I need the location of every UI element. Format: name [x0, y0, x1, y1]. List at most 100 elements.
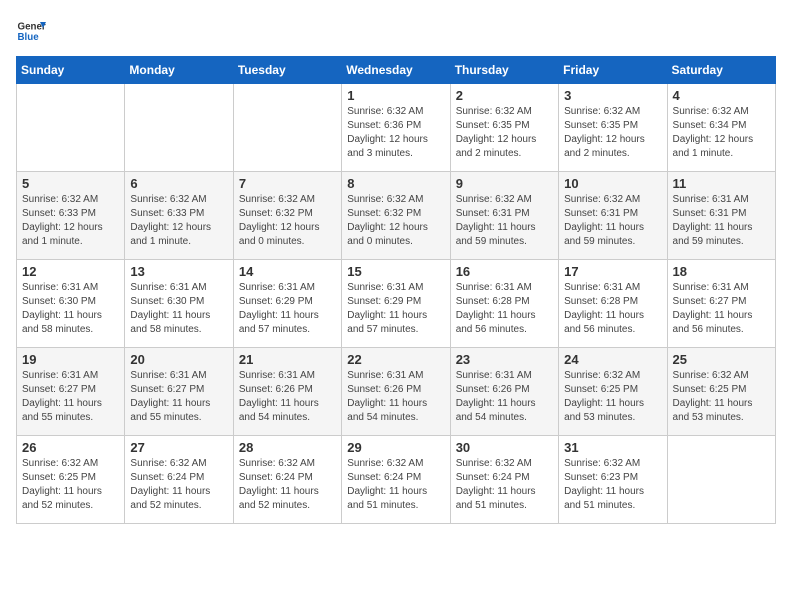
- day-number: 17: [564, 264, 661, 279]
- day-number: 13: [130, 264, 227, 279]
- calendar-week-row: 19 Sunrise: 6:31 AM Sunset: 6:27 PM Dayli…: [17, 348, 776, 436]
- day-number: 14: [239, 264, 336, 279]
- calendar-cell: 29 Sunrise: 6:32 AM Sunset: 6:24 PM Dayli…: [342, 436, 450, 524]
- calendar-cell: 22 Sunrise: 6:31 AM Sunset: 6:26 PM Dayli…: [342, 348, 450, 436]
- calendar-cell: 21 Sunrise: 6:31 AM Sunset: 6:26 PM Dayli…: [233, 348, 341, 436]
- cell-content: Sunrise: 6:32 AM Sunset: 6:24 PM Dayligh…: [347, 457, 444, 513]
- calendar-cell: 28Sunrise: 6:32 AM Sunset: 6:24 PM Dayli…: [233, 436, 341, 524]
- day-number: 10: [564, 176, 661, 191]
- day-header-sunday: Sunday: [17, 57, 125, 84]
- cell-content: Sunrise: 6:32 AM Sunset: 6:34 PM Dayligh…: [673, 105, 770, 161]
- day-number: 27: [130, 440, 227, 455]
- calendar-cell: 31 Sunrise: 6:32 AM Sunset: 6:23 PM Dayli…: [559, 436, 667, 524]
- calendar-cell: 23Sunrise: 6:31 AM Sunset: 6:26 PM Dayli…: [450, 348, 558, 436]
- calendar-week-row: 1Sunrise: 6:32 AM Sunset: 6:36 PM Daylig…: [17, 84, 776, 172]
- day-number: 1: [347, 88, 444, 103]
- calendar-cell: 1Sunrise: 6:32 AM Sunset: 6:36 PM Daylig…: [342, 84, 450, 172]
- cell-content: Sunrise: 6:31 AM Sunset: 6:30 PM Dayligh…: [130, 281, 227, 337]
- cell-content: Sunrise: 6:32 AM Sunset: 6:32 PM Dayligh…: [239, 193, 336, 249]
- cell-content: Sunrise: 6:31 AM Sunset: 6:26 PM Dayligh…: [239, 369, 336, 425]
- cell-content: Sunrise: 6:31 AM Sunset: 6:27 PM Dayligh…: [22, 369, 119, 425]
- cell-content: Sunrise: 6:32 AM Sunset: 6:31 PM Dayligh…: [456, 193, 553, 249]
- day-number: 25: [673, 352, 770, 367]
- calendar-cell: 24 Sunrise: 6:32 AM Sunset: 6:25 PM Dayli…: [559, 348, 667, 436]
- day-number: 15: [347, 264, 444, 279]
- calendar-week-row: 5 Sunrise: 6:32 AM Sunset: 6:33 PM Daylig…: [17, 172, 776, 260]
- cell-content: Sunrise: 6:32 AM Sunset: 6:32 PM Dayligh…: [347, 193, 444, 249]
- day-header-tuesday: Tuesday: [233, 57, 341, 84]
- day-number: 19: [22, 352, 119, 367]
- cell-content: Sunrise: 6:31 AM Sunset: 6:27 PM Dayligh…: [673, 281, 770, 337]
- cell-content: Sunrise: 6:32 AM Sunset: 6:24 PM Dayligh…: [130, 457, 227, 513]
- cell-content: Sunrise: 6:32 AM Sunset: 6:25 PM Dayligh…: [22, 457, 119, 513]
- day-headers-row: SundayMondayTuesdayWednesdayThursdayFrid…: [17, 57, 776, 84]
- calendar-cell: 11 Sunrise: 6:31 AM Sunset: 6:31 PM Dayli…: [667, 172, 775, 260]
- calendar-cell: 20 Sunrise: 6:31 AM Sunset: 6:27 PM Dayli…: [125, 348, 233, 436]
- calendar-cell: 6Sunrise: 6:32 AM Sunset: 6:33 PM Daylig…: [125, 172, 233, 260]
- day-number: 6: [130, 176, 227, 191]
- day-number: 3: [564, 88, 661, 103]
- cell-content: Sunrise: 6:32 AM Sunset: 6:35 PM Dayligh…: [564, 105, 661, 161]
- calendar-cell: 13 Sunrise: 6:31 AM Sunset: 6:30 PM Dayli…: [125, 260, 233, 348]
- day-number: 5: [22, 176, 119, 191]
- calendar-cell: 2 Sunrise: 6:32 AM Sunset: 6:35 PM Daylig…: [450, 84, 558, 172]
- calendar-cell: 26Sunrise: 6:32 AM Sunset: 6:25 PM Dayli…: [17, 436, 125, 524]
- day-number: 23: [456, 352, 553, 367]
- cell-content: Sunrise: 6:31 AM Sunset: 6:28 PM Dayligh…: [564, 281, 661, 337]
- calendar-cell: [233, 84, 341, 172]
- calendar-week-row: 12Sunrise: 6:31 AM Sunset: 6:30 PM Dayli…: [17, 260, 776, 348]
- day-number: 7: [239, 176, 336, 191]
- calendar-cell: 9 Sunrise: 6:32 AM Sunset: 6:31 PM Daylig…: [450, 172, 558, 260]
- day-number: 22: [347, 352, 444, 367]
- day-number: 28: [239, 440, 336, 455]
- calendar-cell: 15 Sunrise: 6:31 AM Sunset: 6:29 PM Dayli…: [342, 260, 450, 348]
- calendar-week-row: 26Sunrise: 6:32 AM Sunset: 6:25 PM Dayli…: [17, 436, 776, 524]
- day-number: 2: [456, 88, 553, 103]
- day-number: 20: [130, 352, 227, 367]
- cell-content: Sunrise: 6:31 AM Sunset: 6:27 PM Dayligh…: [130, 369, 227, 425]
- calendar-cell: 30Sunrise: 6:32 AM Sunset: 6:24 PM Dayli…: [450, 436, 558, 524]
- calendar-body: 1Sunrise: 6:32 AM Sunset: 6:36 PM Daylig…: [17, 84, 776, 524]
- calendar-cell: 7 Sunrise: 6:32 AM Sunset: 6:32 PM Daylig…: [233, 172, 341, 260]
- day-number: 11: [673, 176, 770, 191]
- calendar-cell: 18Sunrise: 6:31 AM Sunset: 6:27 PM Dayli…: [667, 260, 775, 348]
- logo: General Blue: [16, 16, 46, 46]
- day-number: 24: [564, 352, 661, 367]
- cell-content: Sunrise: 6:32 AM Sunset: 6:25 PM Dayligh…: [564, 369, 661, 425]
- calendar-cell: 19 Sunrise: 6:31 AM Sunset: 6:27 PM Dayli…: [17, 348, 125, 436]
- day-header-thursday: Thursday: [450, 57, 558, 84]
- day-header-wednesday: Wednesday: [342, 57, 450, 84]
- calendar-cell: 5 Sunrise: 6:32 AM Sunset: 6:33 PM Daylig…: [17, 172, 125, 260]
- cell-content: Sunrise: 6:32 AM Sunset: 6:31 PM Dayligh…: [564, 193, 661, 249]
- cell-content: Sunrise: 6:32 AM Sunset: 6:35 PM Dayligh…: [456, 105, 553, 161]
- cell-content: Sunrise: 6:31 AM Sunset: 6:26 PM Dayligh…: [347, 369, 444, 425]
- calendar-cell: 3 Sunrise: 6:32 AM Sunset: 6:35 PM Daylig…: [559, 84, 667, 172]
- svg-text:Blue: Blue: [18, 32, 40, 43]
- cell-content: Sunrise: 6:31 AM Sunset: 6:28 PM Dayligh…: [456, 281, 553, 337]
- calendar-cell: [125, 84, 233, 172]
- calendar-cell: 8 Sunrise: 6:32 AM Sunset: 6:32 PM Daylig…: [342, 172, 450, 260]
- day-number: 21: [239, 352, 336, 367]
- day-number: 4: [673, 88, 770, 103]
- day-header-monday: Monday: [125, 57, 233, 84]
- cell-content: Sunrise: 6:31 AM Sunset: 6:30 PM Dayligh…: [22, 281, 119, 337]
- calendar-cell: 10 Sunrise: 6:32 AM Sunset: 6:31 PM Dayli…: [559, 172, 667, 260]
- calendar-cell: 27 Sunrise: 6:32 AM Sunset: 6:24 PM Dayli…: [125, 436, 233, 524]
- cell-content: Sunrise: 6:32 AM Sunset: 6:33 PM Dayligh…: [22, 193, 119, 249]
- calendar-cell: 14Sunrise: 6:31 AM Sunset: 6:29 PM Dayli…: [233, 260, 341, 348]
- page-header: General Blue: [16, 16, 776, 46]
- calendar-cell: 12Sunrise: 6:31 AM Sunset: 6:30 PM Dayli…: [17, 260, 125, 348]
- day-header-friday: Friday: [559, 57, 667, 84]
- calendar-cell: 16Sunrise: 6:31 AM Sunset: 6:28 PM Dayli…: [450, 260, 558, 348]
- calendar-cell: 17 Sunrise: 6:31 AM Sunset: 6:28 PM Dayli…: [559, 260, 667, 348]
- cell-content: Sunrise: 6:31 AM Sunset: 6:29 PM Dayligh…: [347, 281, 444, 337]
- day-number: 9: [456, 176, 553, 191]
- day-number: 29: [347, 440, 444, 455]
- day-number: 8: [347, 176, 444, 191]
- day-header-saturday: Saturday: [667, 57, 775, 84]
- day-number: 30: [456, 440, 553, 455]
- cell-content: Sunrise: 6:32 AM Sunset: 6:23 PM Dayligh…: [564, 457, 661, 513]
- cell-content: Sunrise: 6:31 AM Sunset: 6:31 PM Dayligh…: [673, 193, 770, 249]
- logo-icon: General Blue: [16, 16, 46, 46]
- day-number: 31: [564, 440, 661, 455]
